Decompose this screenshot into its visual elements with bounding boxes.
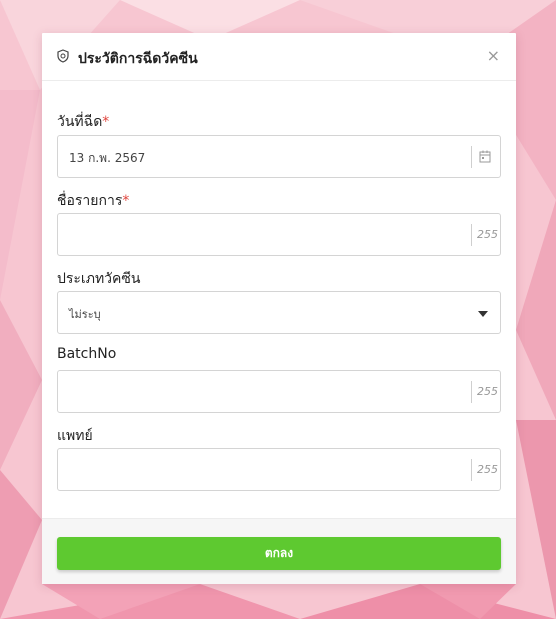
injection-date-field[interactable]: 13 ก.พ. 2567 [57, 135, 501, 178]
batch-no-field[interactable]: 255 [57, 370, 501, 413]
field-divider [471, 146, 472, 168]
field-divider [471, 459, 472, 481]
caret-down-icon[interactable] [478, 311, 488, 317]
shield-icon [57, 49, 69, 63]
close-icon[interactable]: × [487, 46, 500, 65]
dialog-title: ประวัติการฉีดวัคซีน [78, 51, 198, 67]
injection-date-value: 13 ก.พ. 2567 [69, 151, 146, 165]
dialog-header: ประวัติการฉีดวัคซีน × [42, 33, 516, 81]
item-name-label: ชื่อรายการ* [57, 193, 130, 209]
field-divider [471, 224, 472, 246]
char-limit-counter: 255 [477, 228, 498, 241]
doctor-field[interactable]: 255 [57, 448, 501, 491]
vaccine-type-label: ประเภทวัคซีน [57, 271, 141, 287]
char-limit-counter: 255 [477, 463, 498, 476]
item-name-field[interactable]: 255 [57, 213, 501, 256]
char-limit-counter: 255 [477, 385, 498, 398]
vaccine-type-select[interactable]: ไม่ระบุ [57, 291, 501, 334]
batch-no-label: BatchNo [57, 346, 117, 362]
injection-date-label: วันที่ฉีด* [57, 114, 110, 130]
field-divider [471, 381, 472, 403]
calendar-icon[interactable] [479, 150, 491, 163]
dialog-footer: ตกลง [42, 518, 516, 584]
doctor-label: แพทย์ [57, 428, 93, 444]
ok-button[interactable]: ตกลง [57, 537, 501, 570]
vaccine-type-selected: ไม่ระบุ [69, 308, 101, 321]
vaccination-dialog: ประวัติการฉีดวัคซีน × วันที่ฉีด* 13 ก.พ.… [42, 33, 516, 584]
